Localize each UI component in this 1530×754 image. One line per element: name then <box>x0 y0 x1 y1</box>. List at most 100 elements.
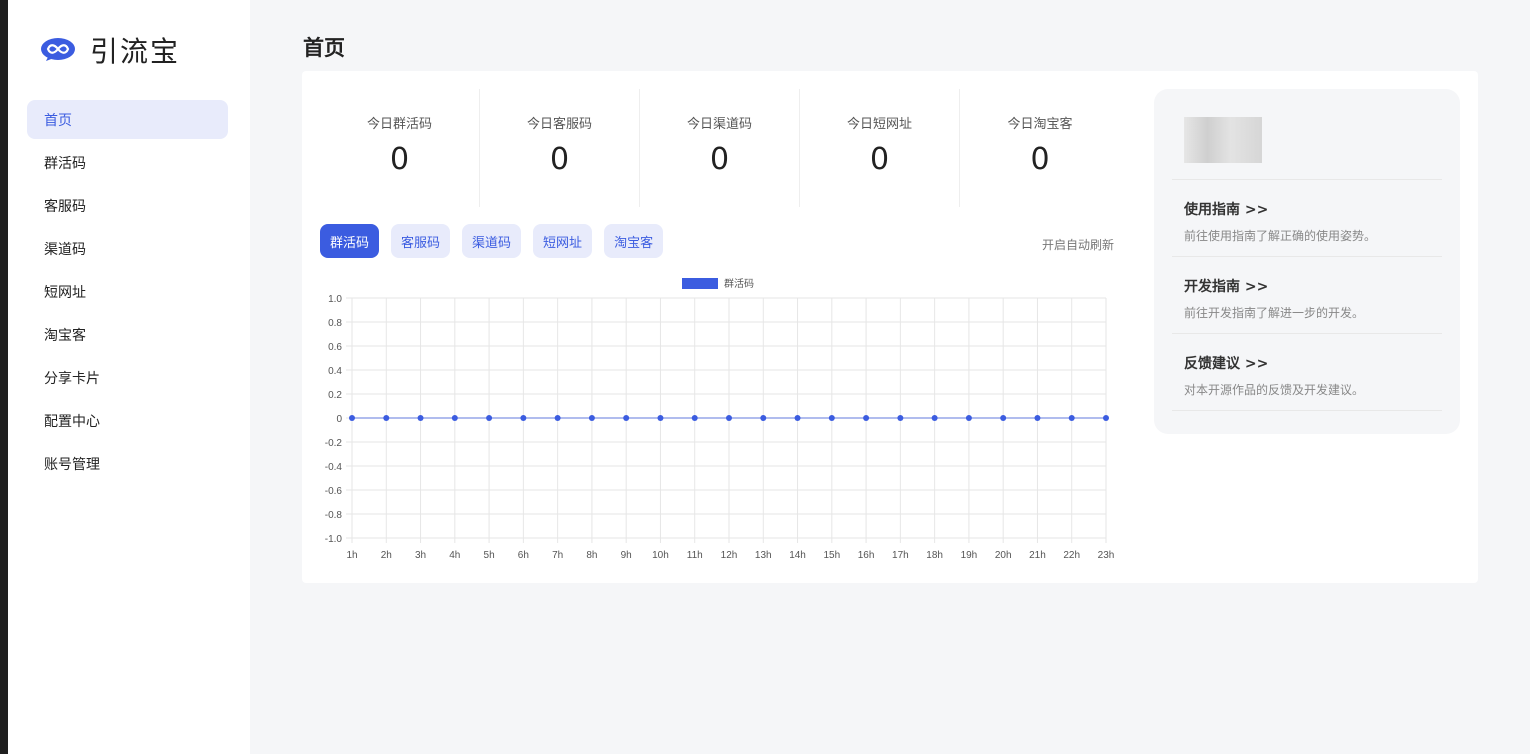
x-tick-label: 11h <box>687 550 703 561</box>
guide-description: 前往使用指南了解正确的使用姿势。 <box>1184 229 1377 243</box>
y-tick-label: -0.8 <box>325 510 343 521</box>
x-tick-label: 23h <box>1098 550 1115 561</box>
guide-link[interactable]: 反馈建议 >> <box>1184 353 1444 373</box>
sidebar-item[interactable]: 配置中心 <box>27 401 228 440</box>
data-point <box>349 415 355 421</box>
data-point <box>760 415 767 421</box>
sidebar-item[interactable]: 短网址 <box>27 272 228 311</box>
chart-tab[interactable]: 短网址 <box>533 224 593 258</box>
data-point <box>726 415 732 421</box>
stat-value: 0 <box>869 142 890 177</box>
guide-description: 对本开源作品的反馈及开发建议。 <box>1184 383 1365 397</box>
x-tick-label: 15h <box>823 550 840 561</box>
y-tick-label: -1.0 <box>325 534 343 545</box>
y-tick-label: -0.6 <box>325 486 343 497</box>
data-point <box>863 415 870 421</box>
x-tick-label: 1h <box>346 550 357 561</box>
data-point <box>554 415 561 421</box>
x-tick-label: 20h <box>995 550 1012 561</box>
divider <box>1172 179 1442 180</box>
x-tick-label: 16h <box>858 550 875 561</box>
y-tick-label: 0 <box>336 414 342 425</box>
guide-link[interactable]: 开发指南 >> <box>1184 276 1444 296</box>
y-tick-label: 0.8 <box>328 318 342 329</box>
sidebar-item[interactable]: 客服码 <box>27 186 228 225</box>
y-tick-label: 0.2 <box>328 390 342 401</box>
guide-description: 前往开发指南了解进一步的开发。 <box>1184 306 1365 320</box>
guide-item: 反馈建议 >> 对本开源作品的反馈及开发建议。 <box>1184 353 1444 398</box>
x-tick-label: 12h <box>721 550 738 561</box>
sidebar-item[interactable]: 群活码 <box>27 143 228 182</box>
app-window: 引流宝 首页群活码客服码渠道码短网址淘宝客分享卡片配置中心账号管理 首页 今日群… <box>8 0 1530 754</box>
x-tick-label: 9h <box>621 550 632 561</box>
guide-link[interactable]: 使用指南 >> <box>1184 199 1444 219</box>
guide-item: 使用指南 >> 前往使用指南了解正确的使用姿势。 <box>1184 199 1444 244</box>
x-tick-label: 5h <box>484 550 495 561</box>
chart-tab[interactable]: 淘宝客 <box>604 224 664 258</box>
x-tick-label: 7h <box>552 550 563 561</box>
stat-label: 今日渠道码 <box>686 117 752 132</box>
infinity-chat-icon <box>41 38 75 61</box>
sidebar-item[interactable]: 分享卡片 <box>27 358 228 397</box>
stat-label: 今日短网址 <box>846 117 912 132</box>
sidebar-item[interactable]: 账号管理 <box>27 444 228 483</box>
stat-card: 今日群活码 0 <box>320 89 480 207</box>
x-tick-label: 10h <box>652 550 669 561</box>
x-tick-label: 17h <box>892 550 909 561</box>
chart-tab[interactable]: 渠道码 <box>462 224 522 258</box>
stats-row: 今日群活码 0 今日客服码 0 今日渠道码 0 今日短网址 0 今日淘宝客 0 <box>320 89 1120 207</box>
stat-value: 0 <box>709 142 730 177</box>
guide-item: 开发指南 >> 前往开发指南了解进一步的开发。 <box>1184 276 1444 321</box>
x-tick-label: 4h <box>449 550 460 561</box>
data-point <box>794 415 801 421</box>
y-tick-label: 0.6 <box>328 342 342 353</box>
auto-refresh-toggle[interactable]: 开启自动刷新 <box>1042 236 1114 253</box>
data-point <box>965 415 972 421</box>
data-point <box>828 415 835 421</box>
data-point <box>383 415 390 421</box>
x-tick-label: 3h <box>415 550 426 561</box>
y-tick-label: 1.0 <box>328 294 342 305</box>
data-point <box>1068 415 1075 421</box>
x-tick-label: 8h <box>586 550 597 561</box>
stat-value: 0 <box>1030 142 1050 177</box>
x-tick-label: 14h <box>789 550 806 561</box>
x-tick-label: 18h <box>926 550 943 561</box>
stat-label: 今日淘宝客 <box>1007 117 1073 132</box>
sidebar-item[interactable]: 首页 <box>27 100 228 139</box>
x-tick-label: 13h <box>755 550 772 561</box>
stat-card: 今日短网址 0 <box>800 89 960 207</box>
data-point <box>451 415 458 421</box>
line-chart: 1.0 0.8 0.6 0.4 0.2 0 -0.2 -0.4 -0.6 -0.8 -1.01h 2h… <box>325 277 1115 561</box>
stat-value: 0 <box>389 142 410 177</box>
data-point <box>691 415 698 421</box>
x-tick-label: 19h <box>961 550 978 561</box>
data-point <box>588 415 595 421</box>
y-tick-label: -0.2 <box>325 438 343 449</box>
avatar <box>1184 117 1262 163</box>
data-point <box>486 415 493 421</box>
sidebar-item[interactable]: 渠道码 <box>27 229 228 268</box>
x-tick-label: 2h <box>381 550 392 561</box>
sidebar: 引流宝 首页群活码客服码渠道码短网址淘宝客分享卡片配置中心账号管理 <box>8 0 250 754</box>
data-point <box>623 415 630 421</box>
divider <box>1172 410 1442 411</box>
x-tick-label: 6h <box>518 550 529 561</box>
dashboard-card: 今日群活码 0 今日客服码 0 今日渠道码 0 今日短网址 0 今日淘宝客 0 群活码 客服码 渠道码… <box>302 71 1478 583</box>
chart-tab[interactable]: 客服码 <box>391 224 451 258</box>
stat-card: 今日渠道码 0 <box>640 89 800 207</box>
y-tick-label: 0.4 <box>328 366 342 377</box>
guide-panel: 使用指南 >> 前往使用指南了解正确的使用姿势。开发指南 >> 前往开发指南了解进一… <box>1154 89 1460 434</box>
stat-value: 0 <box>549 142 570 177</box>
stat-card: 今日淘宝客 0 <box>960 89 1120 207</box>
legend-swatch <box>682 278 718 289</box>
data-point <box>520 415 527 421</box>
brand[interactable]: 引流宝 <box>40 30 180 70</box>
divider <box>1172 256 1442 257</box>
chart-tab[interactable]: 群活码 <box>320 224 380 258</box>
data-point <box>1103 415 1109 421</box>
stat-label: 今日客服码 <box>526 117 592 132</box>
x-tick-label: 22h <box>1063 550 1080 561</box>
sidebar-item[interactable]: 淘宝客 <box>27 315 228 354</box>
data-point <box>417 415 424 421</box>
